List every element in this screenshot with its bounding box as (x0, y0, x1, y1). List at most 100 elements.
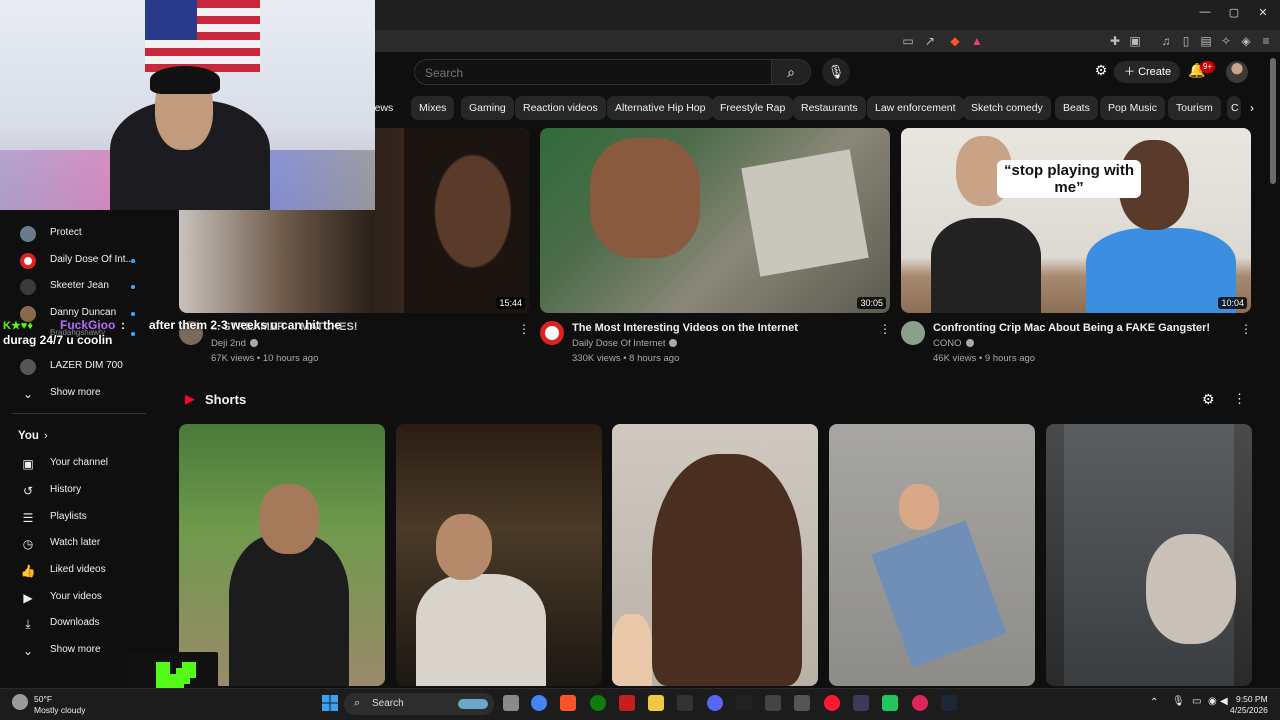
clock-time[interactable]: 9:50 PM (1236, 694, 1268, 704)
sidebar-item-history[interactable]: ↺ History (0, 478, 158, 504)
steam-icon[interactable] (941, 695, 957, 711)
share-icon[interactable]: ↗ (922, 33, 938, 49)
sidebar-item-liked-videos[interactable]: 👍 Liked videos (0, 558, 158, 584)
video-thumbnail[interactable]: 30:05 (540, 128, 890, 313)
vpn-icon[interactable]: ◈ (1238, 33, 1254, 49)
channel-avatar[interactable] (540, 321, 564, 345)
short-thumbnail[interactable] (179, 424, 385, 686)
history-icon: ↺ (22, 484, 34, 498)
account-avatar[interactable] (1226, 61, 1248, 83)
sidebar-item-skeeter-jean[interactable]: Skeeter Jean (0, 274, 158, 300)
studio-gear-icon[interactable]: ⚙ (1092, 62, 1110, 80)
sidebar-item-label: Your channel (50, 457, 109, 468)
extensions-icon[interactable]: ✚ (1107, 33, 1123, 49)
display-icon[interactable]: ▭ (1192, 696, 1201, 707)
new-content-dot (131, 259, 135, 263)
app-icon[interactable] (736, 695, 752, 711)
sidebar-item-your-videos[interactable]: ▶ Your videos (0, 585, 158, 611)
chip[interactable]: Pop Music (1100, 96, 1166, 120)
video-menu-icon[interactable]: ⋮ (879, 321, 891, 337)
xbox-icon[interactable] (590, 695, 606, 711)
microphone-icon[interactable]: 🎙 (1172, 696, 1185, 707)
video-thumbnail[interactable]: “stop playing with me” 10:04 (901, 128, 1251, 313)
chips-next-icon[interactable]: › (1241, 96, 1263, 120)
short-thumbnail[interactable] (829, 424, 1035, 686)
menu-icon[interactable]: ≡ (1258, 33, 1274, 49)
app-icon[interactable] (853, 695, 869, 711)
app-icon[interactable] (912, 695, 928, 711)
video-channel[interactable]: CONO (933, 338, 974, 349)
search-bar[interactable] (414, 59, 772, 85)
search-button[interactable]: ⌕ (771, 59, 811, 85)
app-icon[interactable] (794, 695, 810, 711)
close-icon[interactable]: ✕ (1254, 6, 1272, 22)
clock-date[interactable]: 4/25/2026 (1230, 705, 1268, 715)
taskbar-search[interactable]: ⌕ Search (344, 693, 494, 715)
chip[interactable]: Freestyle Rap (712, 96, 794, 120)
screenshot-icon[interactable]: ▣ (1127, 33, 1143, 49)
music-icon[interactable]: ♫ (1158, 33, 1174, 49)
sidebar-item-label: Protect (50, 227, 82, 238)
app-icon[interactable] (882, 695, 898, 711)
channel-avatar[interactable] (901, 321, 925, 345)
minimize-icon[interactable]: — (1196, 6, 1214, 22)
brave-icon[interactable] (560, 695, 576, 711)
chip[interactable]: Law enforcement (867, 96, 964, 120)
you-section-heading[interactable]: You › (0, 425, 158, 451)
sidebar-item-protect[interactable]: Protect (0, 221, 158, 247)
discord-icon[interactable] (707, 695, 723, 711)
chip[interactable]: Beats (1055, 96, 1098, 120)
video-menu-icon[interactable]: ⋮ (1240, 321, 1252, 337)
search-input[interactable] (425, 64, 755, 82)
volume-icon[interactable]: ◀ (1220, 696, 1228, 707)
create-button[interactable]: ＋ Create (1114, 61, 1180, 83)
sidebar-item-playlists[interactable]: ☰ Playlists (0, 505, 158, 531)
short-thumbnail[interactable] (1046, 424, 1252, 686)
chip[interactable]: Reaction videos (515, 96, 606, 120)
network-icon[interactable]: ◉ (1208, 696, 1217, 707)
video-title[interactable]: The Most Interesting Videos on the Inter… (572, 322, 798, 334)
cast-icon[interactable]: ▭ (900, 33, 916, 49)
app-icon[interactable] (765, 695, 781, 711)
sidebar-item-your-channel[interactable]: ▣ Your channel (0, 451, 158, 477)
sidebar-item-watch-later[interactable]: ◷ Watch later (0, 531, 158, 557)
wallet-icon[interactable]: ▤ (1198, 33, 1214, 49)
video-menu-icon[interactable]: ⋮ (518, 321, 530, 337)
task-view-icon[interactable] (503, 695, 519, 711)
you-heading-label: You (18, 430, 39, 442)
video-channel[interactable]: Daily Dose Of Internet (572, 338, 678, 349)
shorts-settings-icon[interactable]: ⚙ (1202, 391, 1215, 408)
video-title[interactable]: Confronting Crip Mac About Being a FAKE … (933, 322, 1210, 334)
tray-overflow-icon[interactable]: ⌃ (1150, 697, 1158, 708)
brave-shield-icon[interactable]: ◆ (947, 33, 963, 49)
short-thumbnail[interactable] (612, 424, 818, 686)
chip[interactable]: Restaurants (793, 96, 866, 120)
sidebar-icon[interactable]: ▯ (1178, 33, 1194, 49)
chip[interactable]: Alternative Hip Hop (607, 96, 714, 120)
short-thumbnail[interactable] (396, 424, 602, 686)
weather-icon[interactable] (12, 694, 28, 710)
shorts-menu-icon[interactable]: ⋮ (1233, 391, 1246, 407)
maximize-icon[interactable]: ▢ (1225, 6, 1243, 22)
file-explorer-icon[interactable] (648, 695, 664, 711)
category-chips: News Mixes Gaming Reaction videos Altern… (367, 96, 1265, 120)
sidebar-item-downloads[interactable]: ⤓ Downloads (0, 611, 158, 637)
opera-icon[interactable] (824, 695, 840, 711)
app-icon[interactable] (619, 695, 635, 711)
sidebar-item-label: Playlists (50, 511, 87, 522)
app-icon[interactable] (677, 695, 693, 711)
sidebar-item-daily-dose[interactable]: Daily Dose Of Int... (0, 248, 158, 274)
page-scrollbar[interactable] (1270, 58, 1276, 184)
sidebar-item-label: Daily Dose Of Int... (50, 254, 134, 265)
chrome-icon[interactable] (531, 695, 547, 711)
chip[interactable]: Mixes (411, 96, 455, 120)
chip[interactable]: C (1227, 96, 1241, 120)
windows-start-icon[interactable] (322, 695, 338, 711)
chip[interactable]: Gaming (461, 96, 514, 120)
show-more-subscriptions[interactable]: ⌄ Show more (0, 381, 158, 407)
voice-search-button[interactable]: 🎙 (822, 58, 850, 86)
leo-icon[interactable]: ✧ (1218, 33, 1234, 49)
chip[interactable]: Tourism (1168, 96, 1221, 120)
chip[interactable]: Sketch comedy (963, 96, 1051, 120)
brave-rewards-icon[interactable]: ▲ (969, 33, 985, 49)
